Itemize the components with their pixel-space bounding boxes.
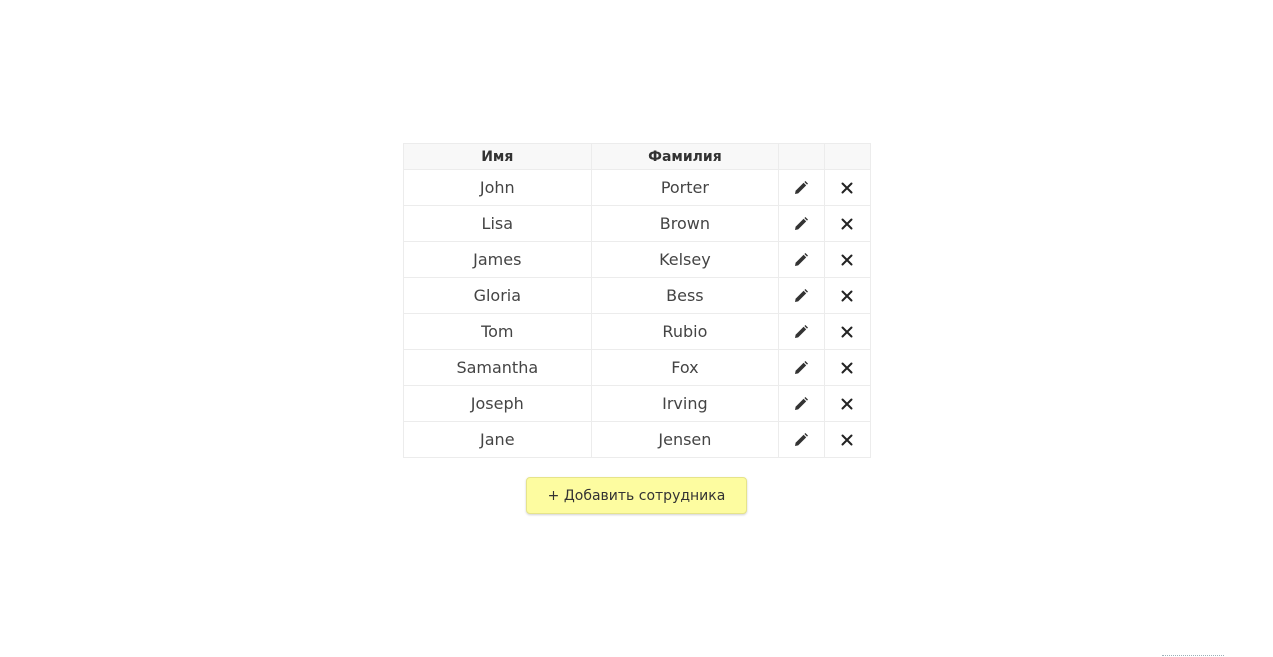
cell-first-name: Joseph	[403, 385, 592, 422]
cell-edit	[778, 205, 825, 242]
pencil-icon[interactable]	[789, 320, 813, 344]
close-icon[interactable]	[835, 176, 859, 200]
table-body: John Porter Lisa Brown James Kelsey Gloria Bess…	[403, 169, 872, 458]
cell-delete	[823, 385, 872, 422]
table-row: James Kelsey	[403, 241, 872, 278]
cell-edit	[778, 421, 825, 458]
table-row: Jane Jensen	[403, 421, 872, 458]
cell-delete	[823, 205, 872, 242]
employees-table: Имя Фамилия John Porter Lisa Brown James Kels…	[403, 143, 872, 458]
pencil-icon[interactable]	[789, 428, 813, 452]
close-icon[interactable]	[835, 284, 859, 308]
cell-edit	[778, 169, 825, 206]
cell-edit	[778, 313, 825, 350]
pencil-icon[interactable]	[789, 356, 813, 380]
cell-first-name: Jane	[403, 421, 592, 458]
cell-first-name: Gloria	[403, 277, 592, 314]
cell-last-name: Fox	[590, 349, 780, 386]
table-header: Имя Фамилия	[403, 143, 872, 170]
cell-last-name: Irving	[590, 385, 780, 422]
close-icon[interactable]	[835, 392, 859, 416]
cell-edit	[778, 385, 825, 422]
cell-first-name: James	[403, 241, 592, 278]
close-icon[interactable]	[835, 428, 859, 452]
cell-last-name: Brown	[590, 205, 780, 242]
close-icon[interactable]	[835, 356, 859, 380]
pencil-icon[interactable]	[789, 248, 813, 272]
cell-first-name: Tom	[403, 313, 592, 350]
add-employee-button[interactable]: + Добавить сотрудника	[526, 477, 747, 514]
cell-delete	[823, 241, 872, 278]
table-row: Gloria Bess	[403, 277, 872, 314]
column-header-edit	[778, 143, 825, 170]
table-row: Tom Rubio	[403, 313, 872, 350]
cell-edit	[778, 241, 825, 278]
cell-first-name: Samantha	[403, 349, 592, 386]
cell-delete	[823, 277, 872, 314]
cell-edit	[778, 349, 825, 386]
column-header-last-name: Фамилия	[590, 143, 780, 170]
cell-edit	[778, 277, 825, 314]
cell-first-name: Lisa	[403, 205, 592, 242]
cell-first-name: John	[403, 169, 592, 206]
table-row: Samantha Fox	[403, 349, 872, 386]
cell-delete	[823, 313, 872, 350]
pencil-icon[interactable]	[789, 176, 813, 200]
close-icon[interactable]	[835, 248, 859, 272]
column-header-first-name: Имя	[403, 143, 592, 170]
table-row: Joseph Irving	[403, 385, 872, 422]
cell-last-name: Bess	[590, 277, 780, 314]
table-header-row: Имя Фамилия	[403, 143, 872, 170]
column-header-delete	[823, 143, 872, 170]
close-icon[interactable]	[835, 212, 859, 236]
cell-last-name: Jensen	[590, 421, 780, 458]
cell-last-name: Kelsey	[590, 241, 780, 278]
cell-delete	[823, 349, 872, 386]
cell-delete	[823, 169, 872, 206]
table-row: John Porter	[403, 169, 872, 206]
pencil-icon[interactable]	[789, 212, 813, 236]
cell-last-name: Porter	[590, 169, 780, 206]
pencil-icon[interactable]	[789, 284, 813, 308]
cell-last-name: Rubio	[590, 313, 780, 350]
cell-delete	[823, 421, 872, 458]
pencil-icon[interactable]	[789, 392, 813, 416]
page: Имя Фамилия John Porter Lisa Brown James Kels…	[0, 0, 1273, 657]
close-icon[interactable]	[835, 320, 859, 344]
corner-divider	[1162, 655, 1224, 656]
table-row: Lisa Brown	[403, 205, 872, 242]
